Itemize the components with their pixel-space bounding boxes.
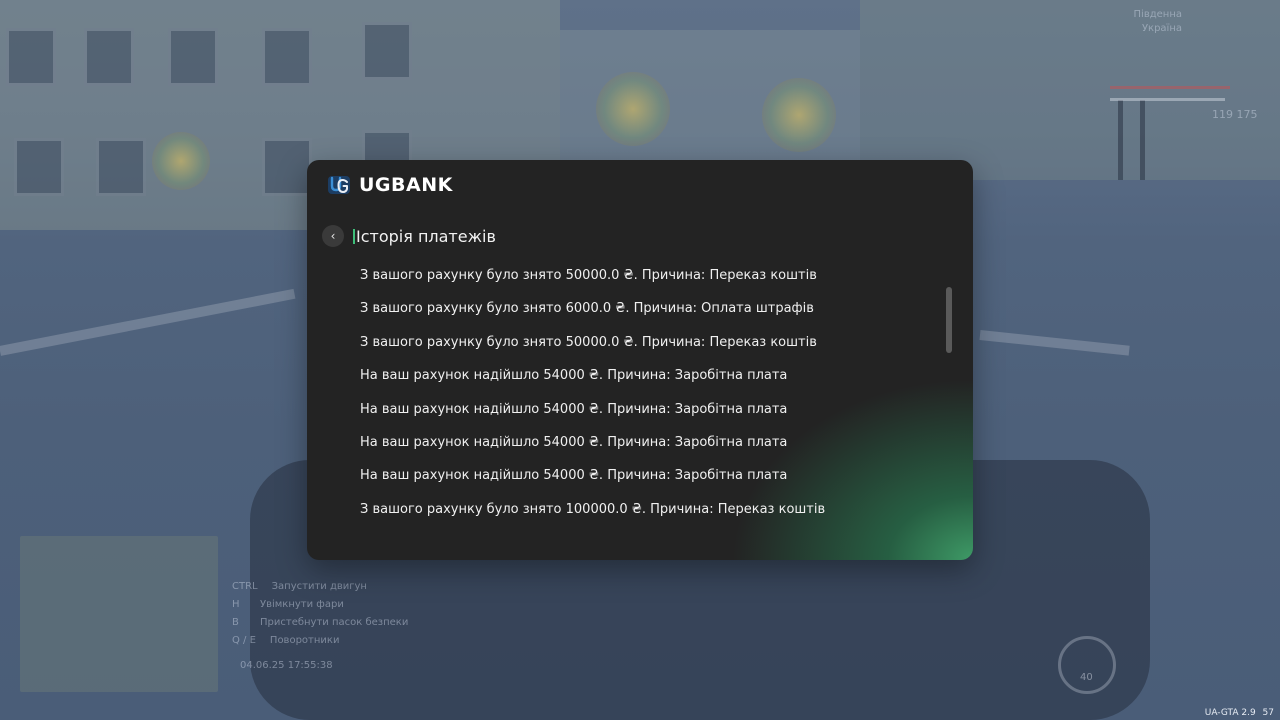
health-bar xyxy=(1110,86,1230,89)
version-extra: 57 xyxy=(1262,708,1274,718)
payment-history-list[interactable]: З вашого рахунку було знято 50000.0 ₴. П… xyxy=(360,267,920,534)
datetime: 04.06.25 17:55:38 xyxy=(240,660,333,671)
hint-label: Запустити двигун xyxy=(271,581,367,592)
emblem xyxy=(596,72,670,146)
hint-key: B xyxy=(232,617,239,628)
road-marking xyxy=(979,330,1130,356)
window xyxy=(14,138,64,196)
speedometer xyxy=(1058,636,1116,694)
ugbank-logo-icon xyxy=(328,176,350,194)
hint-key: CTRL xyxy=(232,581,258,592)
bank-brand: UGBANK xyxy=(359,174,453,196)
window xyxy=(6,28,56,86)
money-display: 119 175 xyxy=(1212,108,1258,121)
hud-location: Південна Україна xyxy=(1112,8,1182,36)
hint-row: H Увімкнути фари xyxy=(232,596,408,614)
chevron-left-icon: ‹ xyxy=(330,229,336,243)
text-caret xyxy=(353,228,355,244)
window xyxy=(262,28,312,86)
list-item: На ваш рахунок надійшло 54000 ₴. Причина… xyxy=(360,368,788,384)
hint-label: Увімкнути фари xyxy=(260,599,344,610)
scrollbar[interactable] xyxy=(946,287,952,353)
window xyxy=(168,28,218,86)
road-marking xyxy=(0,288,296,356)
hint-row: CTRL Запустити двигун xyxy=(232,578,408,596)
window xyxy=(96,138,146,196)
bank-header: UGBANK xyxy=(327,172,453,198)
emblem xyxy=(762,78,836,152)
list-item: З вашого рахунку було знято 50000.0 ₴. П… xyxy=(360,334,817,350)
hint-label: Пристебнути пасок безпеки xyxy=(260,617,409,628)
list-item: На ваш рахунок надійшло 54000 ₴. Причина… xyxy=(360,434,788,450)
speed-value: 40 xyxy=(1080,672,1093,683)
title-row: ‹ Історія платежів xyxy=(322,224,496,248)
window xyxy=(84,28,134,86)
back-button[interactable]: ‹ xyxy=(322,225,344,247)
location-sub: Україна xyxy=(1141,23,1182,34)
emblem xyxy=(152,132,210,190)
version-text: UA-GTA 2.9 xyxy=(1204,708,1256,718)
list-item: З вашого рахунку було знято 100000.0 ₴. … xyxy=(360,501,826,517)
pole xyxy=(1118,100,1123,180)
list-item: З вашого рахунку було знято 6000.0 ₴. Пр… xyxy=(360,301,814,317)
hint-key: H xyxy=(232,599,240,610)
hint-row: B Пристебнути пасок безпеки xyxy=(232,614,408,632)
hint-label: Поворотники xyxy=(269,635,340,646)
minimap xyxy=(20,536,218,692)
location-top: Південна xyxy=(1133,9,1182,20)
list-item: На ваш рахунок надійшло 54000 ₴. Причина… xyxy=(360,401,788,417)
hint-row: Q / E Поворотники xyxy=(232,632,408,650)
page-title: Історія платежів xyxy=(356,226,496,246)
control-hints: CTRL Запустити двигун H Увімкнути фари B Пр… xyxy=(232,578,408,650)
armor-bar xyxy=(1110,98,1225,101)
hint-key: Q / E xyxy=(232,635,256,646)
bank-modal: UGBANK ‹ Історія платежів З вашого рахун… xyxy=(307,160,973,560)
window xyxy=(262,138,312,196)
list-item: На ваш рахунок надійшло 54000 ₴. Причина… xyxy=(360,468,788,484)
list-item: З вашого рахунку було знято 50000.0 ₴. П… xyxy=(360,268,817,283)
building-right xyxy=(860,0,1280,180)
window xyxy=(362,22,412,80)
version-label: UA-GTA 2.9 57 xyxy=(1205,708,1274,718)
pole xyxy=(1140,100,1145,180)
